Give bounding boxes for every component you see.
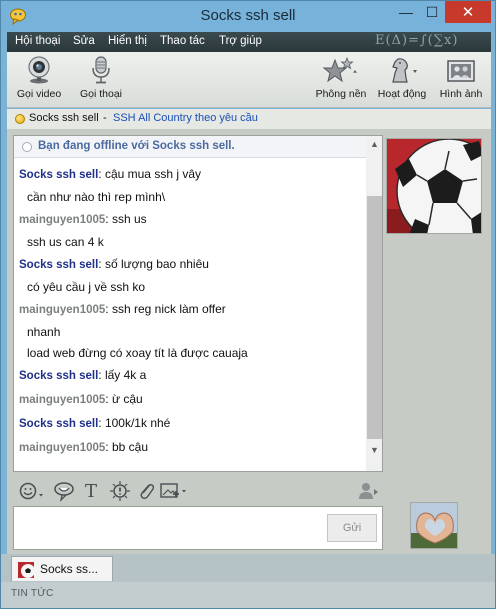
menu-item-conversation[interactable]: Hội thoại	[15, 35, 60, 47]
contact-avatar[interactable]	[386, 138, 482, 234]
tab-socks-ssh-sell[interactable]: Socks ss...	[11, 556, 113, 581]
message-sender: mainguyen1005	[19, 214, 106, 226]
font-icon[interactable]: T	[83, 480, 101, 502]
microphone-icon	[92, 56, 110, 84]
close-button[interactable]: ✕	[445, 1, 491, 23]
message-sender: Socks ssh sell	[19, 370, 99, 382]
editor-toolbar: T	[13, 479, 383, 503]
contact-thumbnail-icon	[18, 562, 34, 578]
tab-label: Socks ss...	[40, 562, 99, 576]
contact-icon[interactable]	[357, 480, 379, 502]
menu-bar: Hội thoại Sửa Hiển thị Thao tác Trợ giúp…	[7, 32, 491, 52]
message-continuation: load web đừng có xoay tít là được cauaja	[27, 346, 248, 360]
scroll-down-icon[interactable]: ▼	[366, 442, 382, 458]
scroll-thumb[interactable]	[367, 196, 382, 439]
message-text: cậu mua ssh j vây	[104, 167, 201, 181]
message-continuation: nhanh	[27, 325, 61, 339]
photos-button[interactable]: Hình ảnh	[437, 56, 485, 100]
message-sender: mainguyen1005	[19, 394, 106, 406]
activities-button[interactable]: Hoạt động	[377, 56, 427, 100]
status-message[interactable]: SSH All Country theo yêu cầu	[113, 112, 258, 124]
message-sender: Socks ssh sell	[19, 418, 99, 430]
soccer-ball-icon	[387, 139, 481, 233]
main-toolbar: Gọi video Gọi thoại Phông nền Hoạt động …	[7, 52, 491, 108]
menu-item-edit[interactable]: Sửa	[73, 35, 95, 47]
offline-radio-icon	[22, 142, 32, 152]
background-button[interactable]: Phông nền	[313, 56, 369, 100]
my-avatar[interactable]	[410, 502, 458, 549]
svg-text:T: T	[85, 481, 97, 502]
chat-message: mainguyen1005: bb cậu	[19, 440, 148, 454]
voice-call-label: Gọi thoại	[79, 88, 123, 100]
scroll-up-icon[interactable]: ▲	[366, 136, 382, 152]
message-sender: Socks ssh sell	[19, 259, 99, 271]
message-text: 100k/1k nhé	[104, 416, 171, 430]
news-bar: TIN TỨC	[1, 582, 495, 608]
message-sender: mainguyen1005	[19, 442, 106, 454]
offline-notice: Bạn đang offline với Socks ssh sell.	[14, 136, 366, 158]
message-sender: Socks ssh sell	[19, 169, 99, 181]
contact-name[interactable]: Socks ssh sell	[29, 112, 99, 124]
message-text: ssh us	[111, 212, 147, 226]
message-composer: Gửi	[13, 506, 383, 550]
conversation-tabs: Socks ss...	[1, 554, 495, 582]
message-input[interactable]	[14, 507, 314, 549]
chat-scrollbar[interactable]: ▲ ▼	[366, 136, 382, 471]
message-text: bb cậu	[111, 440, 148, 454]
message-text: ừ cậu	[111, 392, 143, 406]
chat-message: mainguyen1005: ừ cậu	[19, 392, 143, 406]
message-text: ssh reg nick làm offer	[111, 302, 226, 316]
offline-notice-text: Bạn đang offline với Socks ssh sell.	[38, 140, 235, 152]
menu-item-help[interactable]: Trợ giúp	[219, 35, 262, 47]
stars-icon	[322, 56, 357, 83]
chat-message: Socks ssh sell: số lượng bao nhiêu	[19, 257, 209, 271]
news-label[interactable]: TIN TỨC	[11, 588, 54, 599]
menu-item-actions[interactable]: Thao tác	[160, 35, 205, 47]
attach-icon[interactable]	[137, 480, 155, 502]
chess-knight-icon	[392, 58, 417, 83]
chat-message: mainguyen1005: ssh reg nick làm offer	[19, 302, 226, 316]
emoticon-icon[interactable]	[19, 480, 45, 502]
maximize-button[interactable]: ☐	[419, 1, 445, 23]
status-separator: -	[103, 112, 107, 124]
message-sender: mainguyen1005	[19, 304, 106, 316]
photos-icon	[447, 60, 475, 82]
chat-message: Socks ssh sell: lấy 4k a	[19, 368, 147, 382]
activities-label: Hoạt động	[377, 88, 427, 100]
nudge-icon[interactable]	[109, 480, 131, 502]
voice-call-button[interactable]: Gọi thoại	[77, 56, 125, 100]
wink-icon[interactable]	[53, 480, 75, 502]
message-continuation: cần như nào thì rep mình\	[27, 190, 166, 204]
message-text: số lượng bao nhiêu	[104, 257, 209, 271]
message-continuation: ssh us can 4 k	[27, 235, 104, 249]
message-text: lấy 4k a	[104, 368, 147, 382]
title-bar[interactable]: Socks ssh sell — ☐ ✕	[1, 1, 495, 31]
send-button[interactable]: Gửi	[327, 514, 377, 542]
chat-message: Socks ssh sell: 100k/1k nhé	[19, 416, 171, 430]
status-indicator-icon	[15, 114, 25, 124]
menu-decoration: E(Δ)=∫(∑x)	[375, 33, 459, 48]
heart-hands-icon	[411, 503, 457, 548]
chat-message: mainguyen1005: ssh us	[19, 212, 147, 226]
menu-item-view[interactable]: Hiển thị	[108, 35, 147, 47]
chat-message: Socks ssh sell: cậu mua ssh j vây	[19, 167, 201, 181]
video-call-label: Gọi video	[16, 88, 62, 100]
message-continuation: có yêu cầu j về ssh ko	[27, 280, 146, 294]
background-label: Phông nền	[315, 88, 367, 100]
photos-label: Hình ảnh	[439, 88, 483, 100]
contact-status-bar: Socks ssh sell - SSH All Country theo yê…	[7, 109, 491, 129]
minimize-button[interactable]: —	[393, 1, 419, 23]
webcam-icon	[28, 56, 50, 84]
image-icon[interactable]	[159, 480, 191, 502]
messenger-window: Socks ssh sell — ☐ ✕ Hội thoại Sửa Hiển …	[0, 0, 496, 609]
video-call-button[interactable]: Gọi video	[15, 56, 63, 100]
chat-history[interactable]: Bạn đang offline với Socks ssh sell. Soc…	[13, 135, 383, 472]
